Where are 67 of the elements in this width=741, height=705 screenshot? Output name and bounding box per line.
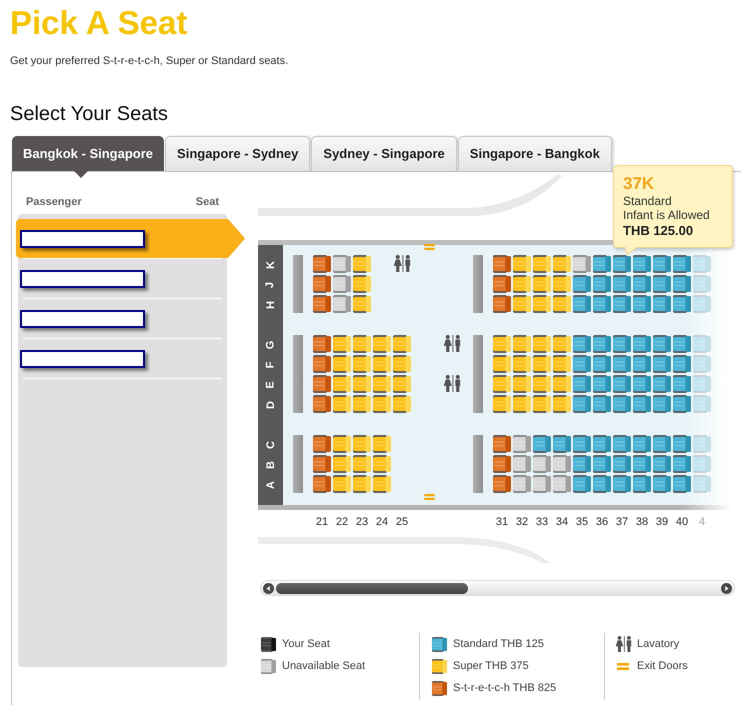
lavatory-icon [393, 255, 411, 272]
bulkhead-bar [293, 255, 303, 313]
column-number: 35 [576, 516, 588, 530]
column-number: 22 [336, 516, 348, 530]
row-letter: C [264, 441, 276, 449]
column-number: 4 [698, 516, 706, 530]
column-header: Seat [196, 196, 219, 209]
column-number: 23 [356, 516, 368, 530]
tooltip-seat-type: Standard [623, 194, 672, 208]
row-letter: K [264, 261, 276, 269]
tooltip-note: Infant is Allowed [623, 208, 710, 222]
tab-pointer-icon [74, 171, 88, 178]
row-letter: J [264, 282, 276, 288]
legend-label: S-t-r-e-t-c-h THB 825 [453, 682, 556, 694]
column-header: Passenger [26, 196, 82, 209]
row-letter: E [264, 381, 276, 389]
column-number: 38 [636, 516, 648, 530]
route-tab[interactable]: Sydney - Singapore [311, 136, 457, 171]
legend-label: Unavailable Seat [282, 660, 366, 672]
column-number: 33 [536, 516, 548, 530]
column-number: 34 [556, 516, 568, 530]
column-number: 32 [516, 516, 528, 530]
scroll-left-button[interactable] [263, 582, 274, 594]
scrollbar-thumb[interactable] [276, 582, 468, 594]
lavatory-icon [443, 335, 461, 352]
seat-icon[interactable] [432, 636, 446, 652]
legend-label: Super THB 375 [453, 660, 529, 672]
scroll-right-button[interactable] [721, 582, 732, 594]
seat-icon[interactable] [432, 680, 446, 696]
route-tab[interactable]: Singapore - Bangkok [458, 136, 612, 171]
column-number: 36 [596, 516, 608, 530]
bulkhead-bar [473, 255, 483, 313]
column-number: 40 [676, 516, 688, 530]
legend-label: Exit Doors [637, 660, 688, 672]
column-number: 39 [656, 516, 668, 530]
row-letter: G [264, 340, 276, 350]
row-letter: D [264, 401, 276, 409]
section-heading: Select Your Seats [10, 102, 168, 126]
seat-icon[interactable] [260, 636, 276, 652]
row-letter: F [264, 362, 276, 368]
passenger-row[interactable] [16, 219, 245, 258]
exit-door-icon [617, 662, 629, 670]
lavatory-icon [443, 375, 461, 392]
route-tab[interactable]: Bangkok - Singapore [12, 136, 164, 171]
row-letter: H [264, 301, 276, 309]
route-tab[interactable]: Singapore - Sydney [165, 136, 310, 171]
legend-label: Lavatory [637, 638, 680, 650]
column-number: 37 [616, 516, 628, 530]
row-letter: A [264, 481, 276, 489]
bulkhead-bar [293, 435, 303, 493]
bulkhead-bar [473, 435, 483, 493]
lavatory-icon [614, 636, 632, 652]
tooltip-price: THB 125.00 [623, 223, 694, 239]
column-number: 24 [376, 516, 388, 530]
page-subtitle: Get your preferred S-t-r-e-t-c-h, Super or Standard seats. [10, 55, 288, 68]
seat-icon[interactable] [432, 658, 446, 674]
column-number: 21 [316, 516, 328, 530]
caret-left-icon [263, 582, 274, 594]
legend-label: Standard THB 125 [453, 638, 544, 650]
column-number: 25 [396, 516, 408, 530]
legend-label: Your Seat [282, 638, 330, 650]
row-letter: B [264, 461, 276, 469]
tooltip-seat-number: 37K [623, 174, 654, 194]
page-title: Pick A Seat [10, 4, 188, 42]
scrollbar-track[interactable] [260, 580, 735, 596]
caret-right-icon [721, 582, 732, 594]
column-number: 31 [496, 516, 508, 530]
